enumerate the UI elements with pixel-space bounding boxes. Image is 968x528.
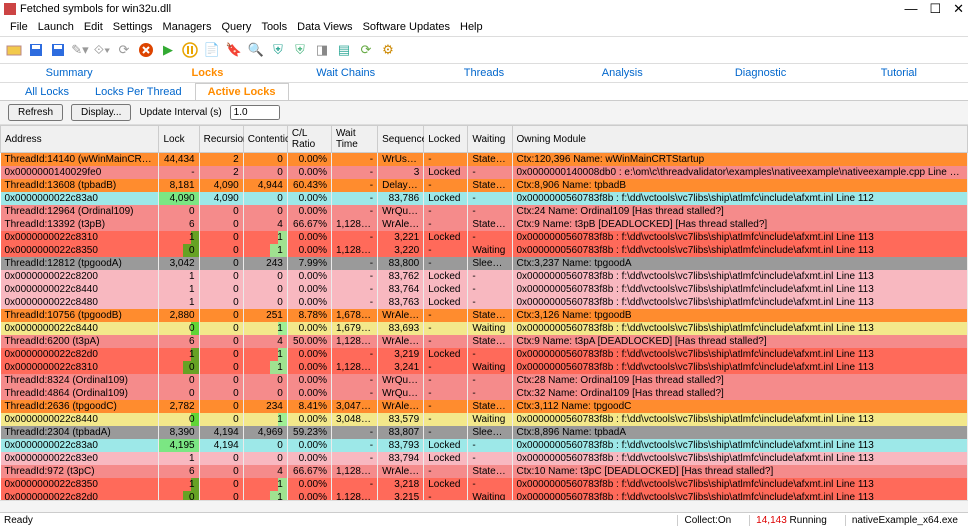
tab-wait-chains[interactable]: Wait Chains	[277, 64, 415, 82]
col-wait-time[interactable]: Wait Time	[331, 126, 377, 153]
menu-launch[interactable]: Launch	[34, 20, 78, 34]
filter-icon[interactable]: ◨	[312, 40, 332, 60]
app-icon	[4, 3, 16, 15]
table-row[interactable]: ThreadId:4864 (Ordinal109)0000.00%-WrQue…	[1, 387, 968, 400]
subtab-active-locks[interactable]: Active Locks	[195, 83, 289, 100]
play-icon[interactable]: ▶	[158, 40, 178, 60]
table-row[interactable]: ThreadId:12812 (tpgoodA)3,04202437.99%-8…	[1, 257, 968, 270]
menu-query[interactable]: Query	[217, 20, 255, 34]
wand-icon[interactable]: ✎▾	[70, 40, 90, 60]
col-address[interactable]: Address	[1, 126, 159, 153]
menu-managers[interactable]: Managers	[159, 20, 216, 34]
refresh-icon[interactable]: ⟳	[114, 40, 134, 60]
status-run: Running	[790, 515, 827, 526]
open-icon[interactable]	[4, 40, 24, 60]
stop-icon[interactable]	[136, 40, 156, 60]
table-row[interactable]: 0x0000000022c84400010.00%3,048ms83,579-W…	[1, 413, 968, 426]
shield2-icon[interactable]: ⛨	[290, 40, 310, 60]
status-count: 14,143	[756, 515, 787, 526]
menu-file[interactable]: File	[6, 20, 32, 34]
refresh-button[interactable]: Refresh	[8, 104, 63, 121]
menu-tools[interactable]: Tools	[257, 20, 291, 34]
table-row[interactable]: 0x0000000022c83e01000.00%-83,794Locked-0…	[1, 452, 968, 465]
titlebar: Fetched symbols for win32u.dll — ☐ ✕	[0, 0, 968, 18]
save-icon[interactable]	[26, 40, 46, 60]
status-collect: Collect:On	[677, 515, 737, 526]
table-row[interactable]: ThreadId:8324 (Ordinal109)0000.00%-WrQue…	[1, 374, 968, 387]
hscrollbar[interactable]	[0, 500, 968, 512]
tab-threads[interactable]: Threads	[415, 64, 553, 82]
gear-reload-icon[interactable]: ⚙	[378, 40, 398, 60]
close-button[interactable]: ✕	[953, 1, 964, 17]
menu-edit[interactable]: Edit	[80, 20, 107, 34]
table-row[interactable]: 0x0000000022c83500010.00%1,128,465ms3,22…	[1, 244, 968, 257]
table-row[interactable]: 0x0000000022c82d00010.00%1,128,681ms3,21…	[1, 491, 968, 500]
minimize-button[interactable]: —	[904, 1, 917, 17]
menu-software-updates[interactable]: Software Updates	[359, 20, 454, 34]
menu-settings[interactable]: Settings	[109, 20, 157, 34]
sub-tabs: All LocksLocks Per ThreadActive Locks	[0, 83, 968, 101]
table-row[interactable]: ThreadId:2304 (tpbadA)8,3904,1944,96959.…	[1, 426, 968, 439]
window-title: Fetched symbols for win32u.dll	[20, 3, 171, 15]
col-owning-module[interactable]: Owning Module	[512, 126, 968, 153]
add-file-icon[interactable]: 📄	[202, 40, 222, 60]
menubar: FileLaunchEditSettingsManagersQueryTools…	[0, 18, 968, 37]
table-row[interactable]: 0x0000000022c84400010.00%1,679ms83,693-W…	[1, 322, 968, 335]
toolbar: ✎▾ ⟐▾ ⟳ ▶ 📄 🔖 🔍 ⛨ ⛨ ◨ ▤ ⟳ ⚙	[0, 37, 968, 64]
table-row[interactable]: ThreadId:13608 (tpbadB)8,1814,0904,94460…	[1, 179, 968, 192]
tab-locks[interactable]: Locks	[138, 64, 276, 82]
table-row[interactable]: ThreadId:14140 (wWinMainCRTStartup)44,43…	[1, 153, 968, 167]
attach-icon[interactable]: ⟐▾	[92, 40, 112, 60]
menu-help[interactable]: Help	[456, 20, 487, 34]
tag-icon[interactable]: 🔖	[224, 40, 244, 60]
save2-icon[interactable]	[48, 40, 68, 60]
subtab-all-locks[interactable]: All Locks	[12, 83, 82, 100]
display-button[interactable]: Display...	[71, 104, 131, 121]
pause-icon[interactable]	[180, 40, 200, 60]
find-icon[interactable]: 🔍	[246, 40, 266, 60]
col-locked[interactable]: Locked	[424, 126, 468, 153]
col-sequence[interactable]: Sequence	[378, 126, 424, 153]
statusbar: Ready Collect:On 14,143 Running nativeEx…	[0, 512, 968, 528]
shield-icon[interactable]: ⛨	[268, 40, 288, 60]
table-row[interactable]: 0x0000000022c84401000.00%-83,764Locked-0…	[1, 283, 968, 296]
col-lock[interactable]: Lock	[159, 126, 199, 153]
table-row[interactable]: ThreadId:2636 (tpgoodC)2,78202348.41%3,0…	[1, 400, 968, 413]
interval-label: Update Interval (s)	[139, 107, 221, 118]
menu-data-views[interactable]: Data Views	[293, 20, 356, 34]
tab-analysis[interactable]: Analysis	[553, 64, 691, 82]
table-row[interactable]: 0x0000000022c83501010.00%-3,218Locked-0x…	[1, 478, 968, 491]
table-row[interactable]: ThreadId:12964 (Ordinal109)0000.00%-WrQu…	[1, 205, 968, 218]
tab-tutorial[interactable]: Tutorial	[830, 64, 968, 82]
tab-summary[interactable]: Summary	[0, 64, 138, 82]
table-row[interactable]: 0x0000000022c82d01010.00%-3,219Locked-0x…	[1, 348, 968, 361]
table-row[interactable]: 0x0000000022c83a04,0904,09000.00%-83,786…	[1, 192, 968, 205]
table-row[interactable]: 0x0000000022c82001000.00%-83,762Locked-0…	[1, 270, 968, 283]
col-recursion[interactable]: Recursion	[199, 126, 243, 153]
interval-input[interactable]	[230, 105, 280, 120]
data-grid[interactable]: AddressLockRecursionContentionC/L RatioW…	[0, 125, 968, 500]
table-row[interactable]: ThreadId:972 (t3pC)60466.67%1,128,680msW…	[1, 465, 968, 478]
subtab-locks-per-thread[interactable]: Locks Per Thread	[82, 83, 195, 100]
status-app: nativeExample_x64.exe	[845, 515, 964, 526]
table-row[interactable]: ThreadId:10756 (tpgoodB)2,88002518.78%1,…	[1, 309, 968, 322]
table-row[interactable]: ThreadId:13392 (t3pB)60466.67%1,128,464m…	[1, 218, 968, 231]
db-icon[interactable]: ▤	[334, 40, 354, 60]
col-c-l-ratio[interactable]: C/L Ratio	[287, 126, 331, 153]
reload-icon[interactable]: ⟳	[356, 40, 376, 60]
table-row[interactable]: 0x0000000022c83100010.00%1,128,471ms3,24…	[1, 361, 968, 374]
maximize-button[interactable]: ☐	[929, 1, 941, 17]
status-ready: Ready	[4, 515, 33, 526]
main-tabs: SummaryLocksWait ChainsThreadsAnalysisDi…	[0, 64, 968, 83]
tab-diagnostic[interactable]: Diagnostic	[691, 64, 829, 82]
table-row[interactable]: 0x0000000022c83a04,1954,19400.00%-83,793…	[1, 439, 968, 452]
table-row[interactable]: ThreadId:6200 (t3pA)60450.00%1,128,470ms…	[1, 335, 968, 348]
table-row[interactable]: 0x0000000022c84801000.00%-83,763Locked-0…	[1, 296, 968, 309]
col-contention[interactable]: Contention	[243, 126, 287, 153]
table-row[interactable]: 0x0000000140029fe0-200.00%-3Locked-0x000…	[1, 166, 968, 179]
table-row[interactable]: 0x0000000022c83101010.00%-3,221Locked-0x…	[1, 231, 968, 244]
filter-bar: Refresh Display... Update Interval (s)	[0, 101, 968, 125]
col-waiting[interactable]: Waiting	[468, 126, 512, 153]
